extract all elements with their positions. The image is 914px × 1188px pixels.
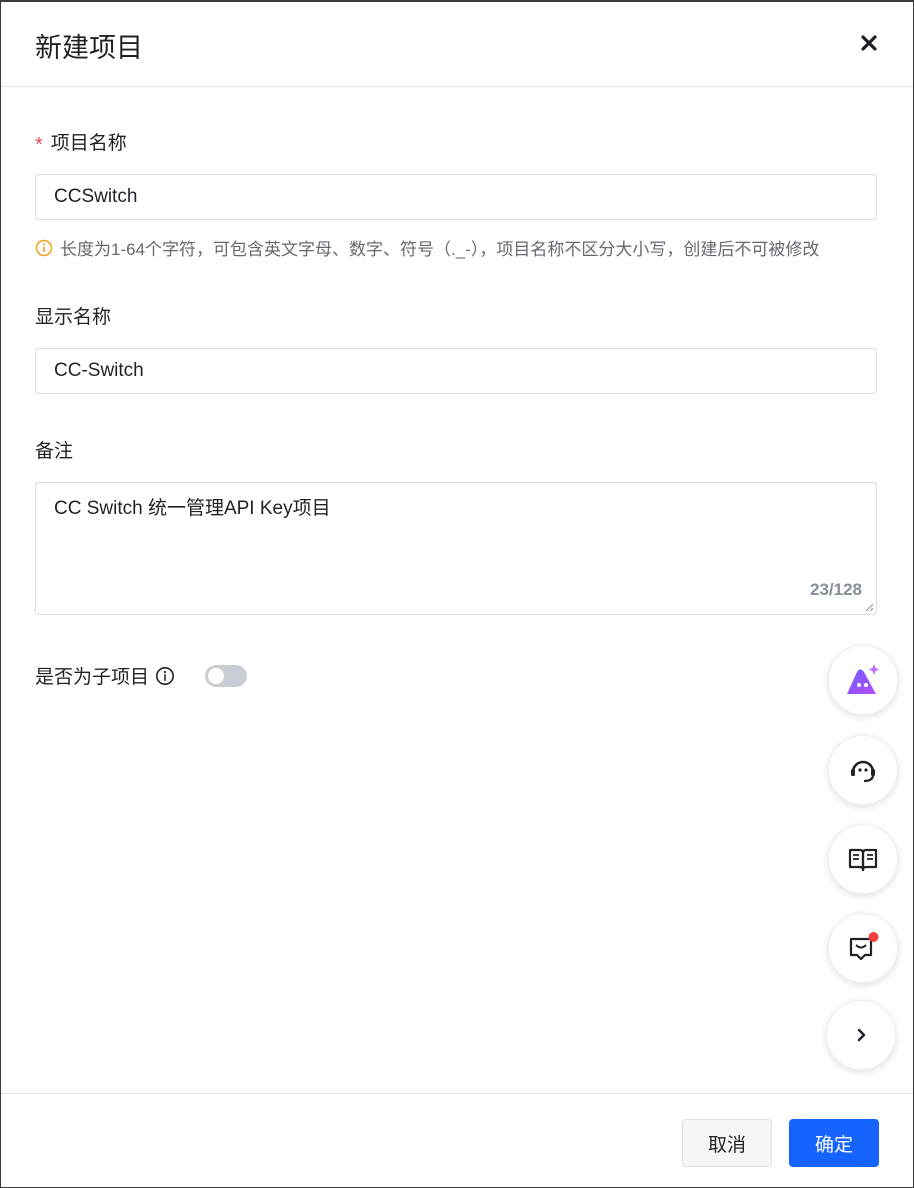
dialog-footer: 取消 确定 <box>1 1093 913 1188</box>
info-icon[interactable] <box>155 666 175 686</box>
resize-handle-icon[interactable] <box>864 602 874 612</box>
project-name-input[interactable]: CCSwitch <box>35 174 877 220</box>
project-name-label: * 项目名称 <box>35 128 127 156</box>
remark-text: CC Switch 统一管理API Key项目 <box>54 498 331 519</box>
remark-label: 备注 <box>35 441 74 462</box>
display-name-label: 显示名称 <box>35 307 112 328</box>
ai-assistant-icon <box>847 664 880 694</box>
create-project-dialog: 新建项目 * 项目名称 CCSwitch 长度为1-64个字符，可包含英文字母、数… <box>0 0 914 1188</box>
docs-book-icon <box>848 848 878 872</box>
feedback-message-icon <box>849 932 879 961</box>
chevron-right-icon <box>857 1028 866 1042</box>
customer-service-icon <box>851 760 875 783</box>
feedback-button[interactable] <box>828 913 898 983</box>
close-icon[interactable] <box>857 31 881 55</box>
dialog-title: 新建项目 <box>35 33 143 63</box>
info-circle-icon <box>35 239 53 256</box>
dialog-header: 新建项目 <box>1 2 913 87</box>
project-name-label-text: 项目名称 <box>50 133 127 154</box>
sub-project-toggle[interactable] <box>205 664 248 687</box>
remark-char-counter: 23/128 <box>810 580 862 599</box>
display-name-input[interactable]: CC-Switch <box>35 348 877 394</box>
sub-project-label: 是否为子项目 <box>35 667 150 688</box>
ai-assistant-button[interactable] <box>828 645 898 715</box>
customer-service-button[interactable] <box>828 735 898 805</box>
collapse-toolbar-button[interactable] <box>826 1000 896 1070</box>
project-name-hint: 长度为1-64个字符，可包含英文字母、数字、符号（._-），项目名称不区分大小写… <box>35 235 819 260</box>
required-mark: * <box>35 134 43 156</box>
project-name-hint-text: 长度为1-64个字符，可包含英文字母、数字、符号（._-），项目名称不区分大小写… <box>60 240 820 259</box>
toggle-knob <box>208 667 225 684</box>
docs-button[interactable] <box>828 824 898 894</box>
cancel-button[interactable]: 取消 <box>682 1119 772 1167</box>
remark-textarea[interactable]: CC Switch 统一管理API Key项目 23/128 <box>35 482 877 615</box>
sub-project-row: 是否为子项目 <box>35 662 248 689</box>
confirm-button[interactable]: 确定 <box>789 1119 879 1167</box>
